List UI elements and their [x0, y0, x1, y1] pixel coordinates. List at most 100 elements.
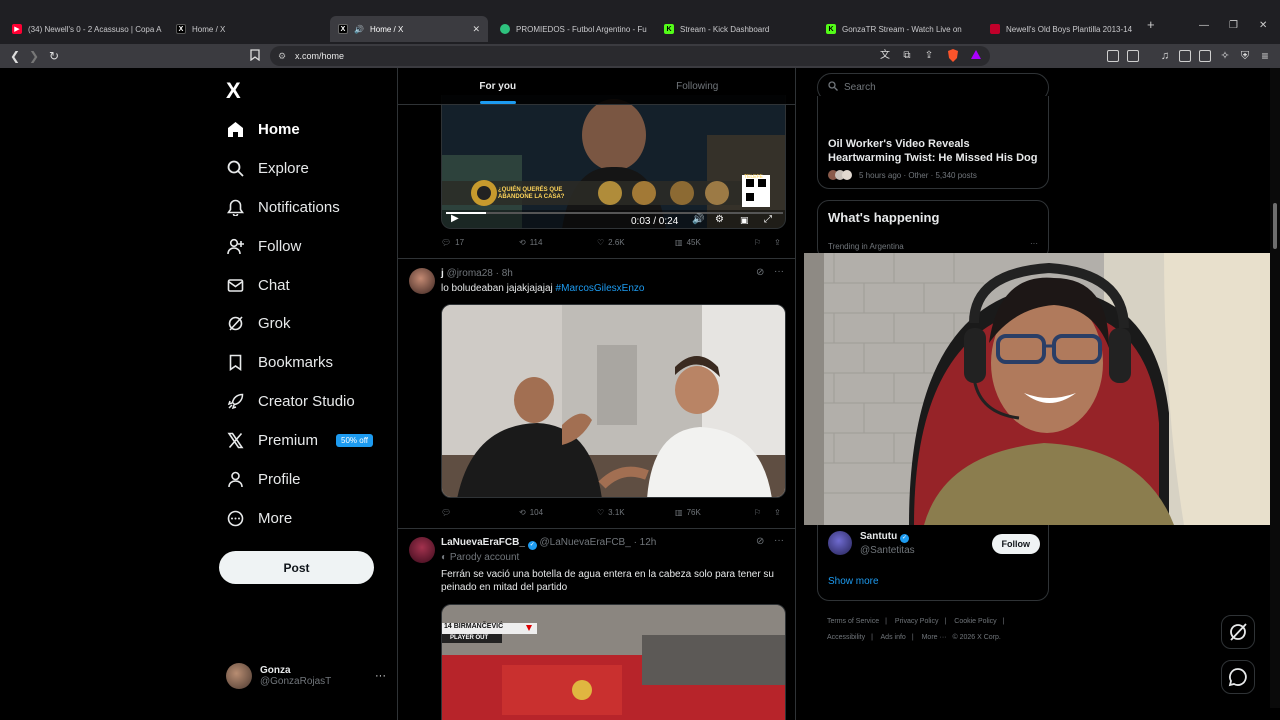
- sidebar-item-creator-studio[interactable]: Creator Studio: [226, 388, 355, 414]
- share-icon[interactable]: ⇪: [922, 49, 936, 63]
- show-more-link[interactable]: Show more: [828, 576, 879, 587]
- bookmark-button[interactable]: ⚐: [754, 238, 761, 247]
- author-name[interactable]: j: [441, 268, 444, 279]
- author-name[interactable]: LaNuevaEraFCB_: [441, 537, 525, 548]
- tab-title: PROMIEDOS - Futbol Argentino - Fu: [516, 24, 647, 34]
- leo-ai-icon[interactable]: ✧: [1218, 49, 1232, 63]
- brave-rewards-icon[interactable]: [969, 49, 983, 63]
- play-icon[interactable]: ▶: [451, 213, 459, 224]
- like-button[interactable]: ♡ 2.6K: [597, 238, 625, 247]
- x-logo-icon[interactable]: X: [226, 78, 241, 104]
- follow-button[interactable]: Follow: [991, 534, 1040, 554]
- more-icon[interactable]: ···: [774, 535, 784, 546]
- close-window-icon[interactable]: ✕: [1259, 20, 1267, 31]
- fullscreen-icon[interactable]: ⤢: [764, 214, 772, 225]
- more-icon[interactable]: ···: [774, 266, 784, 277]
- browser-tab[interactable]: PROMIEDOS - Futbol Argentino - Fu: [492, 16, 652, 42]
- more-icon[interactable]: ···: [1030, 239, 1038, 248]
- tweet-image[interactable]: [441, 304, 786, 498]
- tweet[interactable]: LaNuevaEraFCB_ ✓ @LaNuevaEraFCB_ · 12h ⊘…: [398, 529, 795, 720]
- sidebar-item-home[interactable]: Home: [226, 116, 300, 142]
- sidebar-item-grok[interactable]: Grok: [226, 310, 291, 336]
- suggestion-name: Santutu: [860, 531, 898, 542]
- minimize-icon[interactable]: —: [1199, 20, 1209, 31]
- sidebar-item-bookmarks[interactable]: Bookmarks: [226, 349, 333, 375]
- video-player[interactable]: ¿QUIÉN QUERÉS QUE ABANDONE LA CASA? TELE…: [441, 95, 786, 229]
- tweet-video[interactable]: 14 BIRMANČEVIĆ PLAYER OUT: [441, 604, 786, 720]
- author-handle[interactable]: @LaNuevaEraFCB_: [539, 537, 630, 548]
- extensions-icon[interactable]: [1107, 50, 1119, 62]
- sidebar-item-chat[interactable]: Chat: [226, 272, 290, 298]
- new-tab-button[interactable]: +: [1147, 17, 1155, 32]
- scrollbar-thumb[interactable]: [1273, 203, 1277, 249]
- trend-item[interactable]: Oil Worker's Video Reveals Heartwarming …: [828, 137, 1043, 180]
- grok-float-button[interactable]: [1221, 615, 1255, 649]
- menu-icon[interactable]: ≡: [1258, 49, 1272, 63]
- hashtag-link[interactable]: #MarcosGilesxEnzo: [556, 283, 645, 294]
- browser-tab[interactable]: ▶ (34) Newell's 0 - 2 Acassuso | Copa A: [4, 16, 164, 42]
- settings-gear-icon[interactable]: ⚙: [715, 214, 724, 225]
- share-button[interactable]: ⇪: [774, 508, 781, 517]
- x-sidebar: X Home Explore Notifications Follow Chat…: [210, 68, 397, 720]
- close-tab-icon[interactable]: ✕: [472, 24, 480, 35]
- reply-button[interactable]: 💬︎ 17: [441, 238, 464, 247]
- tab-for-you[interactable]: For you: [398, 68, 598, 104]
- kick-favicon-icon: K: [826, 24, 836, 34]
- pip-icon[interactable]: ▣: [740, 215, 749, 226]
- post-button[interactable]: Post: [219, 551, 374, 584]
- sidebar-item-follow[interactable]: Follow: [226, 233, 301, 259]
- brave-shield-icon[interactable]: [946, 49, 960, 63]
- back-icon[interactable]: ❮: [8, 49, 22, 63]
- browser-tab[interactable]: K Stream - Kick Dashboard: [656, 16, 816, 42]
- reload-icon[interactable]: ↻: [47, 49, 61, 63]
- reply-button[interactable]: 💬︎: [441, 508, 455, 517]
- sidebar-item-explore[interactable]: Explore: [226, 155, 309, 181]
- tab-following[interactable]: Following: [598, 68, 796, 104]
- share-button[interactable]: ⇪: [774, 238, 781, 247]
- account-menu-icon[interactable]: ···: [375, 670, 386, 682]
- avatar[interactable]: [409, 537, 435, 563]
- vpn-icon[interactable]: ⛨: [1238, 49, 1252, 63]
- follow-suggestion[interactable]: Santutu ✓ @Santetitas Follow: [828, 529, 1040, 563]
- tweet-header: j @jroma28 · 8h: [441, 268, 513, 279]
- browser-tab-active[interactable]: X 🔊 Home / X ✕: [330, 16, 488, 42]
- bookmark-page-icon[interactable]: [248, 49, 262, 63]
- forward-icon[interactable]: ❯: [27, 49, 41, 63]
- views-button[interactable]: ▥ 45K: [675, 238, 701, 247]
- sidebar-item-notifications[interactable]: Notifications: [226, 194, 340, 220]
- tweet-time[interactable]: · 12h: [634, 537, 657, 548]
- sidebar-item-profile[interactable]: Profile: [226, 466, 301, 492]
- translate-icon[interactable]: 文: [878, 49, 892, 63]
- newells-favicon-icon: [990, 24, 1000, 34]
- sidebar-toggle-icon[interactable]: [1179, 50, 1191, 62]
- sidebar-item-label: Bookmarks: [258, 353, 334, 371]
- repost-button[interactable]: ⟲ 114: [519, 238, 542, 247]
- grok-icon[interactable]: ⊘: [756, 536, 764, 547]
- music-icon[interactable]: ♫: [1158, 49, 1172, 63]
- sidebar-item-premium[interactable]: Premium 50% off: [226, 427, 373, 453]
- sidebar-item-more[interactable]: More: [226, 505, 292, 531]
- author-handle[interactable]: @jroma28: [447, 268, 493, 279]
- repost-button[interactable]: ⟲ 104: [519, 508, 543, 517]
- messages-float-button[interactable]: [1221, 660, 1255, 694]
- grok-icon[interactable]: ⊘: [756, 267, 764, 278]
- browser-tab[interactable]: X Home / X: [168, 16, 328, 42]
- browser-tab[interactable]: K GonzaTR Stream - Watch Live on: [818, 16, 978, 42]
- account-switcher[interactable]: Gonza @GonzaRojasT ···: [226, 656, 386, 696]
- tweet[interactable]: j @jroma28 · 8h ⊘ ··· lo boludeaban jaja…: [398, 259, 795, 529]
- volume-icon[interactable]: 🔊: [692, 214, 704, 225]
- wallet-icon[interactable]: [1127, 50, 1139, 62]
- views-button[interactable]: ▥ 76K: [675, 508, 701, 517]
- tweet-time[interactable]: · 8h: [496, 268, 513, 279]
- page-scrollbar[interactable]: [1270, 68, 1280, 708]
- account-handle: @GonzaRojasT: [260, 676, 332, 687]
- avatar[interactable]: [409, 268, 435, 294]
- like-button[interactable]: ♡ 3.1K: [597, 508, 625, 517]
- browser-tab[interactable]: Newell's Old Boys Plantilla 2013-14: [982, 16, 1142, 42]
- tweet-text: lo boludeaban jajakjajajaj #MarcosGilesx…: [441, 283, 645, 294]
- wallet-app-icon[interactable]: [1199, 50, 1211, 62]
- bookmark-button[interactable]: ⚐: [754, 508, 761, 517]
- site-settings-icon[interactable]: ⚙: [278, 46, 286, 66]
- open-in-app-icon[interactable]: ⧉: [900, 49, 914, 63]
- maximize-icon[interactable]: ❐: [1229, 20, 1238, 31]
